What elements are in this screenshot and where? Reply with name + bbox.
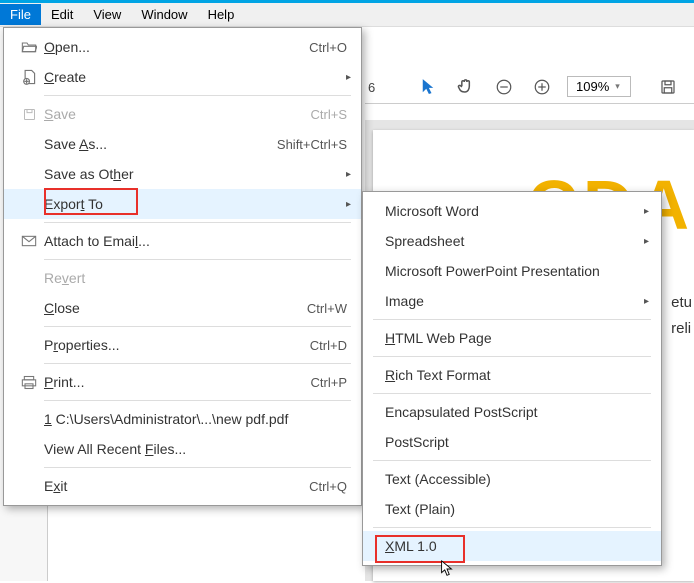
menu-close[interactable]: Close Ctrl+W xyxy=(4,293,361,323)
menu-export-to[interactable]: Export To ▸ xyxy=(4,189,361,219)
menu-all-recent[interactable]: View All Recent Files... xyxy=(4,434,361,464)
menu-print-label: Print... xyxy=(44,374,311,390)
menu-exit[interactable]: Exit Ctrl+Q xyxy=(4,471,361,501)
save-icon xyxy=(14,107,44,122)
export-text-accessible[interactable]: Text (Accessible) xyxy=(363,464,661,494)
menu-save-as-shortcut: Shift+Ctrl+S xyxy=(277,137,347,152)
export-rtf[interactable]: Rich Text Format xyxy=(363,360,661,390)
menu-open[interactable]: Open... Ctrl+O xyxy=(4,32,361,62)
chevron-right-icon: ▸ xyxy=(346,72,351,83)
menu-attach[interactable]: Attach to Email... xyxy=(4,226,361,256)
hand-tool-icon[interactable] xyxy=(453,74,479,100)
menu-properties-label: Properties... xyxy=(44,337,310,353)
menu-save-shortcut: Ctrl+S xyxy=(311,107,347,122)
menu-save-as-label: Save As... xyxy=(44,136,277,152)
menu-attach-label: Attach to Email... xyxy=(44,233,347,249)
cursor-icon xyxy=(440,560,454,578)
menu-print[interactable]: Print... Ctrl+P xyxy=(4,367,361,397)
menu-open-shortcut: Ctrl+O xyxy=(309,40,347,55)
select-tool-icon[interactable] xyxy=(415,74,441,100)
menu-save-as[interactable]: Save As... Shift+Ctrl+S xyxy=(4,129,361,159)
folder-open-icon xyxy=(14,40,44,54)
print-icon xyxy=(14,375,44,390)
menu-edit[interactable]: Edit xyxy=(41,4,83,25)
save-tool-icon[interactable] xyxy=(655,74,681,100)
toolbar: 109% xyxy=(365,70,694,104)
menu-save: Save Ctrl+S xyxy=(4,99,361,129)
zoom-select[interactable]: 109% xyxy=(567,76,631,97)
chevron-right-icon: ▸ xyxy=(346,169,351,180)
export-xml[interactable]: XML 1.0 xyxy=(363,531,661,561)
zoom-out-icon[interactable] xyxy=(491,74,517,100)
zoom-value: 109% xyxy=(576,79,609,94)
export-html[interactable]: HTML Web Page xyxy=(363,323,661,353)
export-submenu: Microsoft Word▸ Spreadsheet▸ Microsoft P… xyxy=(362,191,662,566)
menu-exit-label: Exit xyxy=(44,478,309,494)
zoom-in-icon[interactable] xyxy=(529,74,555,100)
menu-export-to-label: Export To xyxy=(44,196,347,212)
document-text: etureli xyxy=(671,290,692,341)
menu-revert: Revert xyxy=(4,263,361,293)
menu-bar: File Edit View Window Help xyxy=(0,3,694,27)
menu-all-recent-label: View All Recent Files... xyxy=(44,441,347,457)
export-spreadsheet[interactable]: Spreadsheet▸ xyxy=(363,226,661,256)
menu-file[interactable]: File xyxy=(0,4,41,25)
menu-open-label: Open... xyxy=(44,39,309,55)
chevron-right-icon: ▸ xyxy=(644,296,649,307)
export-word[interactable]: Microsoft Word▸ xyxy=(363,196,661,226)
menu-properties[interactable]: Properties... Ctrl+D xyxy=(4,330,361,360)
email-icon xyxy=(14,235,44,247)
menu-close-label: Close xyxy=(44,300,307,316)
chevron-right-icon: ▸ xyxy=(644,206,649,217)
menu-help[interactable]: Help xyxy=(198,4,245,25)
menu-exit-shortcut: Ctrl+Q xyxy=(309,479,347,494)
menu-recent-1[interactable]: 1 C:\Users\Administrator\...\new pdf.pdf xyxy=(4,404,361,434)
menu-save-label: Save xyxy=(44,106,311,122)
menu-create[interactable]: Create ▸ xyxy=(4,62,361,92)
export-image[interactable]: Image▸ xyxy=(363,286,661,316)
export-ps[interactable]: PostScript xyxy=(363,427,661,457)
menu-print-shortcut: Ctrl+P xyxy=(311,375,347,390)
export-powerpoint[interactable]: Microsoft PowerPoint Presentation xyxy=(363,256,661,286)
create-icon xyxy=(14,69,44,85)
menu-window[interactable]: Window xyxy=(131,4,197,25)
menu-save-other-label: Save as Other xyxy=(44,166,347,182)
export-text-plain[interactable]: Text (Plain) xyxy=(363,494,661,524)
menu-revert-label: Revert xyxy=(44,270,347,286)
export-eps[interactable]: Encapsulated PostScript xyxy=(363,397,661,427)
chevron-right-icon: ▸ xyxy=(346,199,351,210)
menu-save-other[interactable]: Save as Other ▸ xyxy=(4,159,361,189)
chevron-right-icon: ▸ xyxy=(644,236,649,247)
menu-create-label: Create xyxy=(44,69,347,85)
menu-close-shortcut: Ctrl+W xyxy=(307,301,347,316)
file-menu: Open... Ctrl+O Create ▸ Save Ctrl+S Save… xyxy=(3,27,362,506)
menu-view[interactable]: View xyxy=(83,4,131,25)
menu-recent-1-label: 1 C:\Users\Administrator\...\new pdf.pdf xyxy=(44,411,347,427)
menu-properties-shortcut: Ctrl+D xyxy=(310,338,347,353)
